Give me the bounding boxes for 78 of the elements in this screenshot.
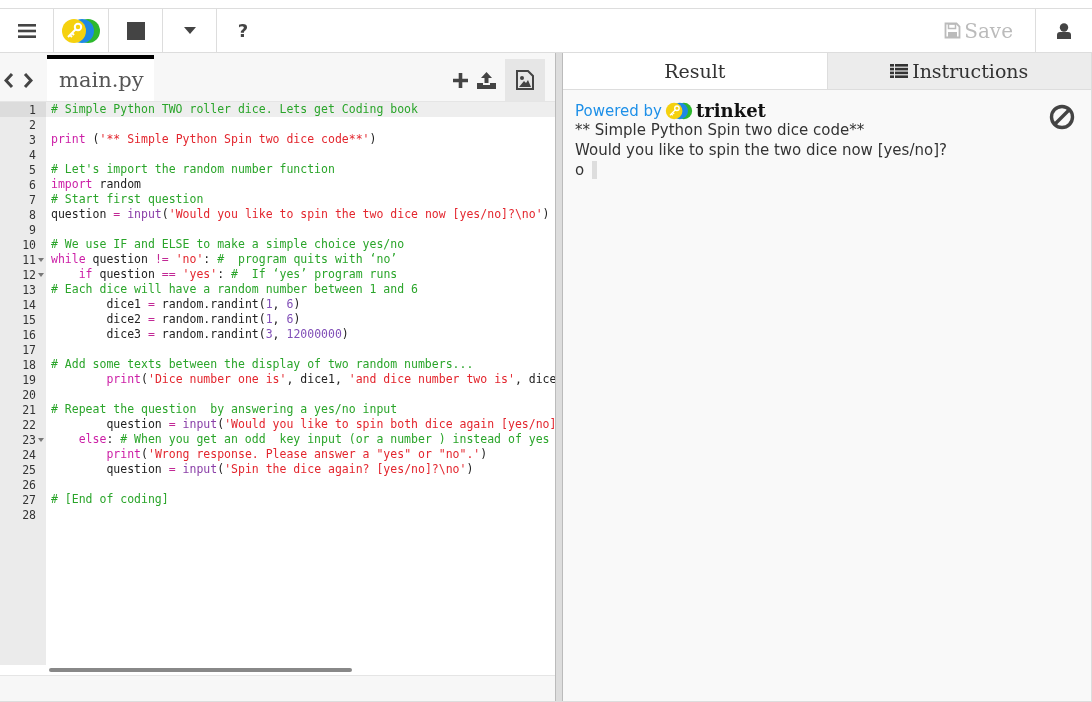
floppy-icon <box>944 22 962 39</box>
line-number: 16 <box>22 327 36 342</box>
upload-icon <box>477 71 496 89</box>
line-number: 2 <box>29 117 36 132</box>
line-number: 4 <box>29 147 36 162</box>
user-icon <box>1057 22 1071 39</box>
code-line: if question == 'yes': # If ‘yes’ program runs <box>77 267 398 281</box>
file-tab[interactable]: main.py <box>47 55 154 101</box>
code-line: dice3 = random.randint(3, 12000000) <box>105 327 349 341</box>
code-line: dice2 = random.randint(1, 6) <box>105 312 301 326</box>
line-number: 26 <box>22 477 36 492</box>
menu-icon <box>17 22 36 39</box>
line-number: 22 <box>22 417 36 432</box>
code-line: print ('** Simple Python Spin two dice code**') <box>51 132 377 146</box>
logo-icon <box>664 101 693 120</box>
line-number: 18 <box>22 357 36 372</box>
line-number: 3 <box>29 132 36 147</box>
line-number: 17 <box>22 342 36 357</box>
tab[interactable]: Result <box>563 53 828 89</box>
code-line: else: # When you get an odd key input (or a number ) instead of yes <box>77 432 550 446</box>
code-line: while question != 'no': # program quits with ‘no’ <box>51 252 398 266</box>
line-number: 13 <box>22 282 36 297</box>
line-number: 20 <box>22 387 36 402</box>
brand-name: trinket <box>695 100 766 121</box>
caret-icon <box>183 27 196 34</box>
image-icon <box>516 70 534 90</box>
output-line: ** Simple Python Spin two dice code** <box>575 121 865 139</box>
code-line: # Start first question <box>51 192 204 206</box>
line-number: 24 <box>22 447 36 462</box>
code-line: # Simple Python TWO roller dice. Lets get Coding book <box>51 102 418 116</box>
output-line: Would you like to spin the two dice now [yes/no]? <box>575 141 947 159</box>
line-number: 7 <box>29 192 36 207</box>
line-number: 23 <box>22 432 36 447</box>
logo-icon <box>61 17 101 44</box>
line-number: 25 <box>22 462 36 477</box>
image-button[interactable] <box>505 59 545 101</box>
fold-icon[interactable] <box>38 437 44 442</box>
code-line: question = input('Would you like to spin both dice again [yes/no] <box>105 417 555 431</box>
code-line: print('Dice number one is', dice1, 'and dice number two is', dice <box>105 372 555 386</box>
line-number: 19 <box>22 372 36 387</box>
output-line: o <box>575 161 585 179</box>
prohibited-icon <box>1049 104 1075 130</box>
line-number: 27 <box>22 492 36 507</box>
tab[interactable]: Instructions <box>827 53 1091 89</box>
line-number: 10 <box>22 237 36 252</box>
fold-icon[interactable] <box>38 272 44 277</box>
chevron-left-icon <box>4 71 14 89</box>
splitter-handle[interactable] <box>555 53 563 701</box>
line-number: 21 <box>22 402 36 417</box>
list-icon <box>890 64 909 78</box>
code-line: # Add some texts between the display of two random numbers... <box>51 357 474 371</box>
line-number: 11 <box>22 252 36 267</box>
code-line: import random <box>51 177 141 191</box>
scrollbar-thumb[interactable] <box>49 668 352 672</box>
code-line: question = input('Would you like to spin the two dice now [yes/no]?\no') <box>51 207 550 221</box>
line-number: 8 <box>29 207 36 222</box>
line-number: 15 <box>22 312 36 327</box>
powered-by-text: Powered by <box>575 101 662 120</box>
code-line: # Each dice will have a random number between 1 and 6 <box>51 282 418 296</box>
fold-icon[interactable] <box>38 257 44 262</box>
chevron-right-icon <box>23 71 33 89</box>
line-number: 1 <box>29 102 36 117</box>
square-icon <box>126 21 145 40</box>
code-line: # Repeat the question by answering a yes/no input <box>51 402 398 416</box>
code-line: # Let's import the random number function <box>51 162 335 176</box>
code-line: dice1 = random.randint(1, 6) <box>105 297 301 311</box>
code-line: # We use IF and ELSE to make a simple choice yes/no <box>51 237 405 251</box>
code-line: question = input('Spin the dice again? [yes/no]?\no') <box>105 462 474 476</box>
text-cursor <box>592 161 598 179</box>
line-number: 12 <box>22 267 36 282</box>
line-number: 9 <box>29 222 36 237</box>
plus-icon <box>452 71 469 89</box>
code-line: print('Wrong response. Please answer a "yes" or "no".') <box>105 447 488 461</box>
line-number: 6 <box>29 177 36 192</box>
line-number: 14 <box>22 297 36 312</box>
code-line: # [End of coding] <box>51 492 169 506</box>
line-number: 28 <box>22 507 36 522</box>
line-number: 5 <box>29 162 36 177</box>
